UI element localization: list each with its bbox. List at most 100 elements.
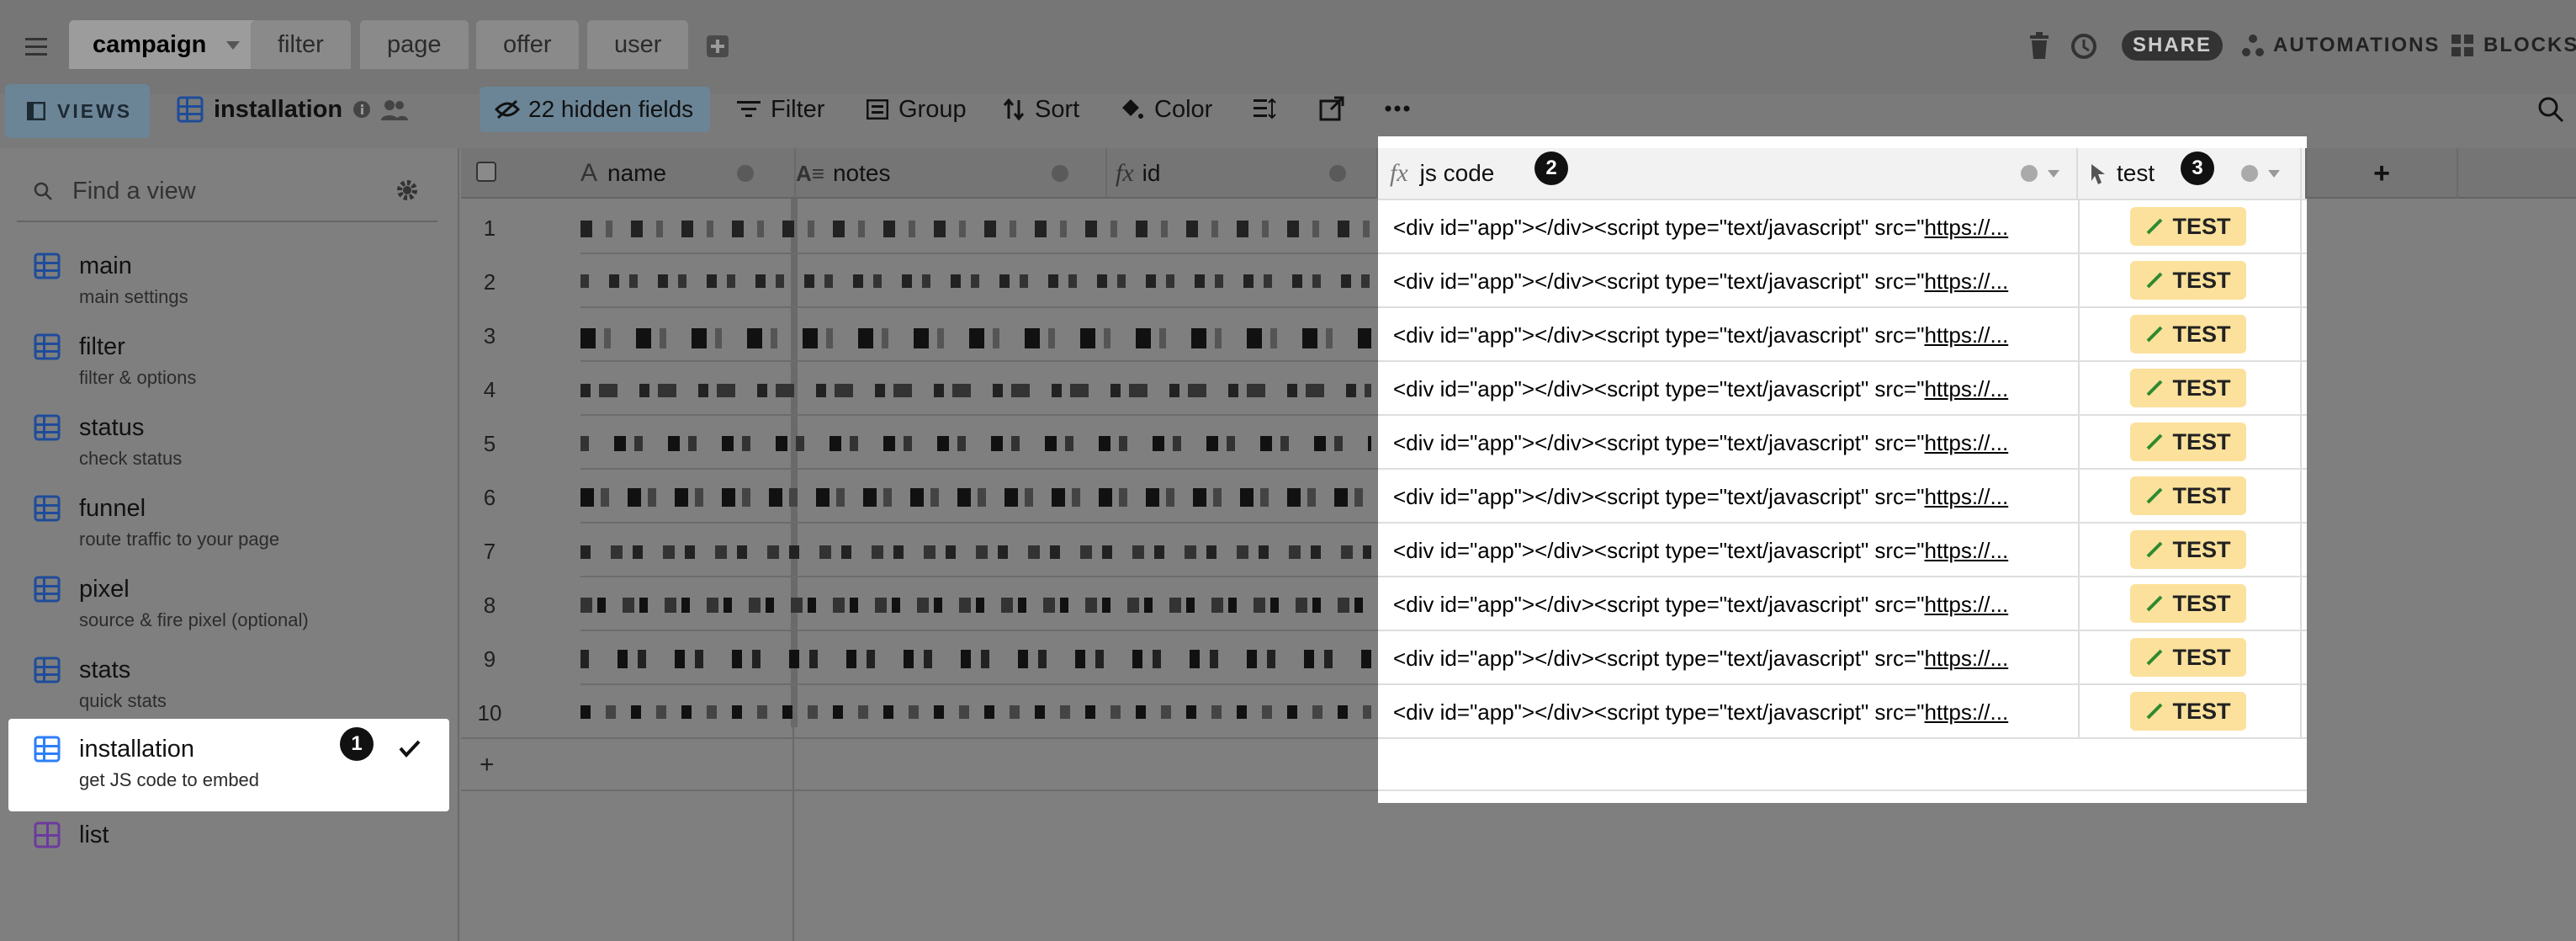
automations-button[interactable]: AUTOMATIONS bbox=[2241, 29, 2440, 62]
view-item-installation[interactable]: installation get JS code to embed bbox=[8, 719, 449, 811]
test-button[interactable]: TEST bbox=[2130, 584, 2246, 623]
column-header-name[interactable]: A name bbox=[580, 148, 796, 199]
row-divider bbox=[580, 253, 1378, 254]
js-code-cell[interactable]: <div id="app"></div><script type="text/j… bbox=[1393, 470, 2066, 524]
test-button[interactable]: TEST bbox=[2130, 261, 2246, 300]
pencil-icon bbox=[2147, 487, 2163, 504]
info-icon[interactable] bbox=[352, 100, 371, 119]
tab-user[interactable]: user bbox=[587, 20, 689, 69]
view-item-filter[interactable]: filter filter & options bbox=[8, 316, 449, 407]
filter-icon bbox=[737, 101, 761, 117]
view-title: list bbox=[79, 821, 109, 848]
tab-page[interactable]: page bbox=[360, 20, 469, 69]
js-code-link[interactable]: https://... bbox=[1924, 538, 2008, 564]
history-icon[interactable] bbox=[2070, 32, 2098, 61]
js-code-link[interactable]: https://... bbox=[1924, 268, 2008, 295]
group-button[interactable]: Group bbox=[867, 91, 967, 128]
js-code-cell[interactable]: <div id="app"></div><script type="text/j… bbox=[1393, 200, 2066, 254]
trash-icon[interactable] bbox=[2027, 32, 2051, 61]
row-divider bbox=[1378, 360, 2307, 362]
views-toggle-button[interactable]: VIEWS bbox=[5, 84, 150, 138]
sort-button[interactable]: Sort bbox=[1003, 91, 1079, 128]
row-height-icon[interactable] bbox=[1252, 96, 1277, 121]
row-divider bbox=[580, 630, 1378, 631]
formula-icon: fx bbox=[1116, 159, 1134, 187]
js-code-cell[interactable]: <div id="app"></div><script type="text/j… bbox=[1393, 254, 2066, 308]
current-view[interactable]: installation bbox=[177, 91, 409, 128]
test-button[interactable]: TEST bbox=[2130, 692, 2246, 731]
js-code-link[interactable]: https://... bbox=[1924, 376, 2008, 402]
js-code-link[interactable]: https://... bbox=[1924, 592, 2008, 618]
js-code-link[interactable]: https://... bbox=[1924, 215, 2008, 241]
callout-badge-2: 2 bbox=[1534, 152, 1568, 185]
info-icon[interactable] bbox=[2241, 165, 2258, 182]
js-code-link[interactable]: https://... bbox=[1924, 646, 2008, 672]
add-table-icon[interactable] bbox=[705, 34, 730, 59]
view-item-status[interactable]: status check status bbox=[8, 397, 449, 488]
view-item-list[interactable]: list bbox=[8, 805, 449, 896]
row-divider bbox=[1378, 789, 2307, 791]
test-button[interactable]: TEST bbox=[2130, 207, 2246, 246]
js-code-cell[interactable]: <div id="app"></div><script type="text/j… bbox=[1393, 631, 2066, 685]
test-button[interactable]: TEST bbox=[2130, 315, 2246, 354]
search-icon[interactable] bbox=[2537, 96, 2564, 123]
color-button[interactable]: Color bbox=[1119, 91, 1212, 128]
info-icon[interactable] bbox=[1329, 165, 1346, 182]
view-item-funnel[interactable]: funnel route traffic to your page bbox=[8, 478, 449, 569]
row-number: 2 bbox=[483, 269, 496, 295]
collaborators-icon[interactable] bbox=[381, 98, 409, 120]
hamburger-menu-icon[interactable] bbox=[20, 30, 54, 64]
js-code-link[interactable]: https://... bbox=[1924, 699, 2008, 726]
tab-filter[interactable]: filter bbox=[251, 20, 351, 69]
js-code-cell[interactable]: <div id="app"></div><script type="text/j… bbox=[1393, 577, 2066, 631]
color-label: Color bbox=[1154, 95, 1213, 123]
info-icon[interactable] bbox=[1052, 165, 1068, 182]
info-icon[interactable] bbox=[737, 165, 754, 182]
grid-view-icon bbox=[34, 576, 61, 603]
js-code-cell[interactable]: <div id="app"></div><script type="text/j… bbox=[1393, 685, 2066, 739]
js-code-cell[interactable]: <div id="app"></div><script type="text/j… bbox=[1393, 416, 2066, 470]
find-view-field[interactable]: Find a view bbox=[17, 162, 437, 222]
test-button[interactable]: TEST bbox=[2130, 638, 2246, 677]
test-button[interactable]: TEST bbox=[2130, 423, 2246, 461]
blocks-button[interactable]: BLOCKS bbox=[2450, 29, 2576, 62]
view-item-stats[interactable]: stats quick stats bbox=[8, 640, 449, 731]
js-code-link[interactable]: https://... bbox=[1924, 484, 2008, 510]
callout-badge-1: 1 bbox=[340, 727, 374, 761]
js-code-link[interactable]: https://... bbox=[1924, 322, 2008, 348]
select-all-checkbox[interactable] bbox=[476, 162, 496, 182]
view-title: stats bbox=[79, 657, 131, 683]
view-item-main[interactable]: main main settings bbox=[8, 236, 449, 327]
tab-campaign[interactable]: campaign bbox=[69, 20, 264, 69]
settings-gear-icon[interactable] bbox=[395, 178, 419, 202]
row-divider bbox=[1378, 630, 2307, 631]
test-button[interactable]: TEST bbox=[2130, 369, 2246, 407]
checkmark-icon bbox=[399, 739, 421, 758]
hidden-fields-button[interactable]: 22 hidden fields bbox=[480, 87, 710, 132]
chevron-down-icon[interactable] bbox=[2048, 170, 2059, 178]
column-header-js-code[interactable]: fx js code bbox=[1390, 148, 2078, 199]
row-divider bbox=[580, 306, 1378, 308]
chevron-down-icon[interactable] bbox=[2268, 170, 2280, 178]
test-button[interactable]: TEST bbox=[2130, 530, 2246, 569]
add-row-button[interactable]: + bbox=[480, 751, 495, 779]
js-code-cell[interactable]: <div id="app"></div><script type="text/j… bbox=[1393, 362, 2066, 416]
add-field-button[interactable]: + bbox=[2307, 148, 2458, 199]
info-icon[interactable] bbox=[2021, 165, 2038, 182]
share-button[interactable]: SHARE bbox=[2122, 30, 2223, 61]
more-icon[interactable] bbox=[1385, 103, 1410, 114]
js-code-cell[interactable]: <div id="app"></div><script type="text/j… bbox=[1393, 524, 2066, 577]
view-item-pixel[interactable]: pixel source & fire pixel (optional) bbox=[8, 559, 449, 650]
row-number: 7 bbox=[483, 539, 496, 564]
js-code-link[interactable]: https://... bbox=[1924, 430, 2008, 456]
filter-button[interactable]: Filter bbox=[737, 91, 824, 128]
share-view-icon[interactable] bbox=[1319, 96, 1344, 121]
formula-icon: fx bbox=[1390, 159, 1408, 187]
pencil-icon bbox=[2147, 272, 2163, 289]
tab-offer[interactable]: offer bbox=[476, 20, 579, 69]
chevron-down-icon[interactable] bbox=[226, 41, 241, 51]
test-button[interactable]: TEST bbox=[2130, 476, 2246, 515]
js-code-cell[interactable]: <div id="app"></div><script type="text/j… bbox=[1393, 308, 2066, 362]
row-divider bbox=[580, 683, 1378, 685]
pencil-icon bbox=[2147, 326, 2163, 343]
